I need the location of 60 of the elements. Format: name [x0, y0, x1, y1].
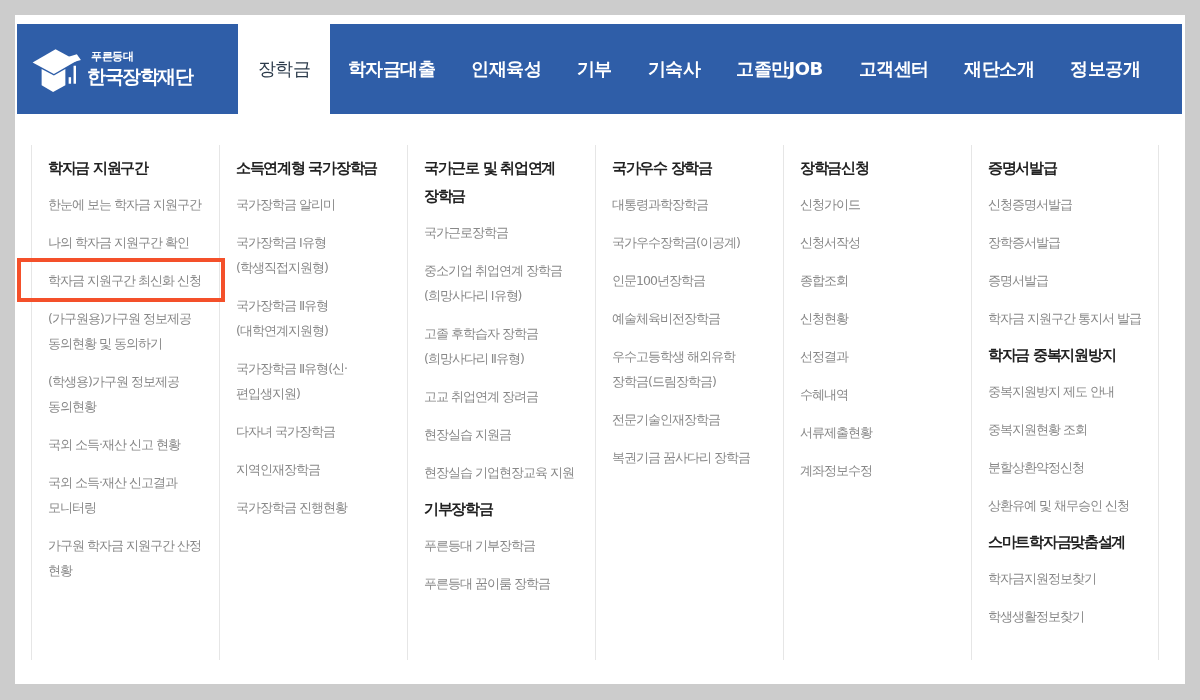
menu-link[interactable]: 학생생활정보찾기 [988, 604, 1144, 629]
menu-link[interactable]: 가구원 학자금 지원구간 산정 현황 [48, 533, 205, 583]
menu-link[interactable]: 서류제출현황 [800, 420, 957, 445]
menu-link[interactable]: 국가장학금 Ⅱ유형(신·편입생지원) [236, 356, 393, 406]
menu-heading: 소득연계형 국가장학금 [236, 158, 378, 179]
menu-link[interactable]: 인문100년장학금 [612, 268, 769, 293]
menu-link[interactable]: 상환유예 및 채무승인 신청 [988, 493, 1144, 518]
menu-heading: 기부장학금 [424, 499, 494, 520]
menu-link[interactable]: (학생용)가구원 정보제공 동의현황 [48, 369, 205, 419]
menu-link[interactable]: 선정결과 [800, 344, 957, 369]
menu-link[interactable]: 지역인재장학금 [236, 457, 393, 482]
menu-link[interactable]: 신청현황 [800, 306, 957, 331]
menu-heading: 장학금신청 [800, 158, 870, 179]
menu-heading: 국가근로 및 취업연계 장학금 [424, 158, 557, 207]
menu-link[interactable]: (가구원용)가구원 정보제공 동의현황 및 동의하기 [48, 306, 205, 356]
menu-link[interactable]: 나의 학자금 지원구간 확인 [48, 230, 205, 255]
menu-link[interactable]: 다자녀 국가장학금 [236, 419, 393, 444]
menu-link[interactable]: 학자금 지원구간 통지서 발급 [988, 306, 1144, 331]
menu-link[interactable]: 신청서작성 [800, 230, 957, 255]
menu-link[interactable]: 고졸 후학습자 장학금 (희망사다리 Ⅱ유형) [424, 321, 581, 371]
menu-link[interactable]: 고교 취업연계 장려금 [424, 384, 581, 409]
menu-link[interactable]: 수혜내역 [800, 382, 957, 407]
menu-link[interactable]: 현장실습 기업현장교육 지원 [424, 460, 581, 485]
menu-heading: 학자금 중복지원방지 [988, 345, 1117, 366]
menu-link[interactable]: 계좌정보수정 [800, 458, 957, 483]
logo-wordmark[interactable]: 한국장학재단 [87, 62, 192, 89]
logo-tagline: 푸른등대 [91, 49, 134, 63]
menu-link[interactable]: 학자금 지원구간 최신화 신청 [48, 268, 205, 293]
menu-link[interactable]: 푸른등대 기부장학금 [424, 533, 581, 558]
menu-link[interactable]: 현장실습 지원금 [424, 422, 581, 447]
menu-link[interactable]: 신청가이드 [800, 192, 957, 217]
menu-link[interactable]: 국가장학금 Ⅰ유형 (학생직접지원형) [236, 230, 393, 280]
menu-link[interactable]: 분할상환약정신청 [988, 455, 1144, 480]
menu-link[interactable]: 종합조회 [800, 268, 957, 293]
menu-link[interactable]: 복권기금 꿈사다리 장학금 [612, 445, 769, 470]
menu-link[interactable]: 전문기술인재장학금 [612, 407, 769, 432]
menu-link[interactable]: 우수고등학생 해외유학 장학금(드림장학금) [612, 344, 769, 394]
menu-link[interactable]: 국가근로장학금 [424, 220, 581, 245]
menu-link[interactable]: 예술체육비전장학금 [612, 306, 769, 331]
menu-link[interactable]: 국외 소득·재산 신고결과 모니터링 [48, 470, 205, 520]
menu-heading: 국가우수 장학금 [612, 158, 713, 179]
menu-link[interactable]: 한눈에 보는 학자금 지원구간 [48, 192, 205, 217]
menu-link[interactable]: 국가우수장학금(이공계) [612, 230, 769, 255]
menu-link[interactable]: 신청증명서발급 [988, 192, 1144, 217]
menu-link[interactable]: 장학증서발급 [988, 230, 1144, 255]
menu-link[interactable]: 중복지원방지 제도 안내 [988, 379, 1144, 404]
menu-link[interactable]: 학자금지원정보찾기 [988, 566, 1144, 591]
menu-link[interactable]: 대통령과학장학금 [612, 192, 769, 217]
menu-heading: 증명서발급 [988, 158, 1058, 179]
menu-link[interactable]: 중소기업 취업연계 장학금 (희망사다리 Ⅰ유형) [424, 258, 581, 308]
menu-heading: 스마트학자금맞춤설계 [988, 532, 1126, 553]
menu-link[interactable]: 증명서발급 [988, 268, 1144, 293]
menu-link[interactable]: 국가장학금 알리미 [236, 192, 393, 217]
menu-link[interactable]: 국외 소득·재산 신고 현황 [48, 432, 205, 457]
menu-link[interactable]: 국가장학금 Ⅱ유형 (대학연계지원형) [236, 293, 393, 343]
menu-link[interactable]: 국가장학금 진행현황 [236, 495, 393, 520]
nav-tab[interactable]: 장학금 [238, 24, 330, 114]
menu-link[interactable]: 푸른등대 꿈이룸 장학금 [424, 571, 581, 596]
menu-heading: 학자금 지원구간 [48, 158, 150, 179]
menu-link[interactable]: 중복지원현황 조회 [988, 417, 1144, 442]
